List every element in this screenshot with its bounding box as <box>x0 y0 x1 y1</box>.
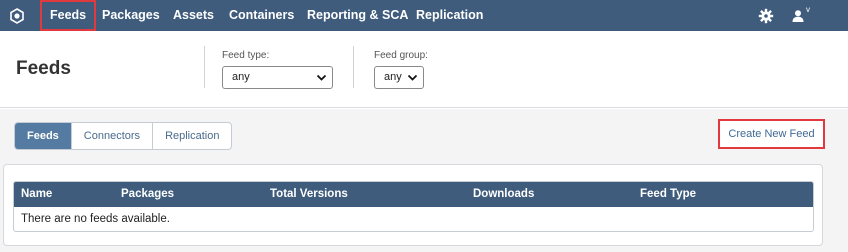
divider <box>353 46 354 88</box>
column-header-total-versions[interactable]: Total Versions <box>270 182 348 207</box>
tab-replication[interactable]: Replication <box>153 123 231 149</box>
column-header-packages[interactable]: Packages <box>121 182 174 207</box>
nav-item-assets[interactable]: Assets <box>173 0 214 31</box>
logo-icon[interactable] <box>9 8 25 24</box>
chevron-down-icon <box>407 74 418 81</box>
tab-feeds[interactable]: Feeds <box>15 123 72 149</box>
nav-item-packages[interactable]: Packages <box>102 0 160 31</box>
feed-group-select[interactable]: any <box>374 66 424 89</box>
feed-group-label: Feed group: <box>374 50 428 61</box>
table-header: Name Packages Total Versions Downloads F… <box>14 182 813 207</box>
column-header-downloads[interactable]: Downloads <box>473 182 534 207</box>
feed-type-select[interactable]: any <box>222 66 333 89</box>
tab-group: Feeds Connectors Replication <box>14 122 233 150</box>
divider <box>204 46 205 88</box>
feed-type-value: any <box>232 71 250 83</box>
nav-item-feeds[interactable]: Feeds <box>40 0 97 31</box>
user-menu[interactable]: v <box>791 5 813 24</box>
content-area: Feeds Connectors Replication Create New … <box>0 109 848 252</box>
page-title: Feeds <box>16 58 71 79</box>
feed-type-label: Feed type: <box>222 50 270 61</box>
tab-connectors[interactable]: Connectors <box>72 123 154 149</box>
page-header: Feeds Feed type: any Feed group: any <box>0 31 848 108</box>
feed-group-value: any <box>384 71 402 83</box>
user-caret: v <box>806 5 810 14</box>
top-nav: Feeds Packages Assets Containers Reporti… <box>0 0 848 31</box>
feeds-table: Name Packages Total Versions Downloads F… <box>13 181 814 232</box>
empty-message: There are no feeds available. <box>21 213 170 225</box>
gear-icon[interactable] <box>758 8 774 24</box>
chevron-down-icon <box>316 74 327 81</box>
create-new-feed-button[interactable]: Create New Feed <box>718 119 825 149</box>
feeds-panel: Name Packages Total Versions Downloads F… <box>3 164 823 246</box>
column-header-feed-type[interactable]: Feed Type <box>640 182 696 207</box>
nav-item-reporting[interactable]: Reporting & SCA <box>307 0 408 31</box>
column-header-name[interactable]: Name <box>21 182 52 207</box>
user-icon <box>792 10 804 22</box>
nav-item-containers[interactable]: Containers <box>229 0 294 31</box>
nav-item-replication[interactable]: Replication <box>416 0 483 31</box>
